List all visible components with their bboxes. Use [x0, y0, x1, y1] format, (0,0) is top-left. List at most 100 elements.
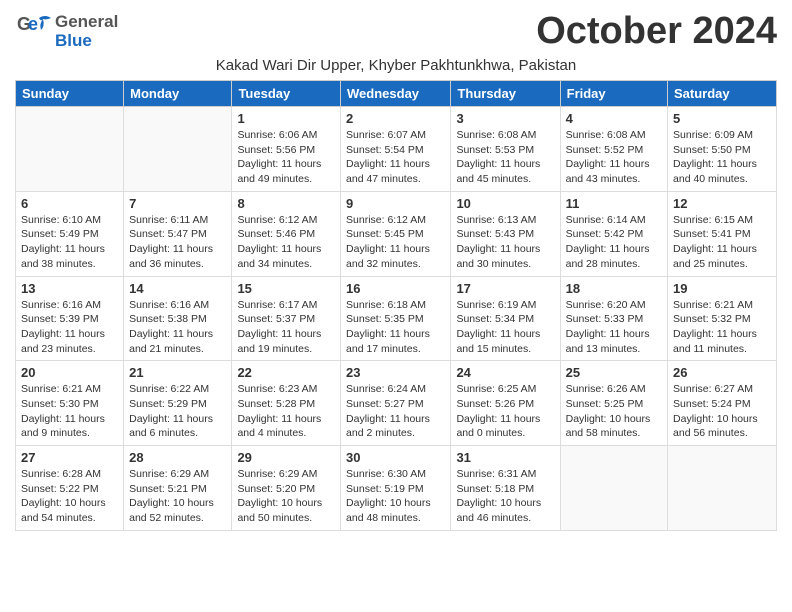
- day-number: 22: [237, 365, 335, 380]
- day-info: Sunrise: 6:21 AMSunset: 5:32 PMDaylight:…: [673, 298, 771, 357]
- day-number: 3: [456, 111, 554, 126]
- header-cell-monday: Monday: [124, 81, 232, 107]
- day-info: Sunrise: 6:22 AMSunset: 5:29 PMDaylight:…: [129, 382, 226, 441]
- day-cell: 9 Sunrise: 6:12 AMSunset: 5:45 PMDaylight…: [341, 191, 451, 276]
- header: G e General Blue October 2024: [15, 10, 777, 53]
- week-row-1: 1Sunrise: 6:06 AMSunset: 5:56 PMDaylight…: [16, 107, 777, 192]
- day-number: 4: [566, 111, 662, 126]
- header-cell-wednesday: Wednesday: [341, 81, 451, 107]
- month-title: October 2024: [536, 10, 777, 53]
- day-cell: 26 Sunrise: 6:27 AMSunset: 5:24 PMDayligh…: [668, 361, 777, 446]
- day-cell: 27 Sunrise: 6:28 AMSunset: 5:22 PMDayligh…: [16, 446, 124, 531]
- day-cell: 7Sunrise: 6:11 AMSunset: 5:47 PMDaylight…: [124, 191, 232, 276]
- day-info: Sunrise: 6:14 AMSunset: 5:42 PMDaylight:…: [566, 213, 662, 272]
- day-number: 12: [673, 196, 771, 211]
- day-number: 8: [237, 196, 335, 211]
- day-cell: 23Sunrise: 6:24 AMSunset: 5:27 PMDayligh…: [341, 361, 451, 446]
- day-number: 18: [566, 281, 662, 296]
- week-row-3: 13Sunrise: 6:16 AMSunset: 5:39 PMDayligh…: [16, 276, 777, 361]
- day-cell: 6 Sunrise: 6:10 AMSunset: 5:49 PMDaylight…: [16, 191, 124, 276]
- day-info: Sunrise: 6:13 AMSunset: 5:43 PMDaylight:…: [456, 213, 554, 272]
- day-cell: 3 Sunrise: 6:08 AMSunset: 5:53 PMDaylight…: [451, 107, 560, 192]
- day-info: Sunrise: 6:30 AMSunset: 5:19 PMDaylight:…: [346, 467, 445, 526]
- day-info: Sunrise: 6:28 AMSunset: 5:22 PMDaylight:…: [21, 467, 118, 526]
- day-cell: 22 Sunrise: 6:23 AMSunset: 5:28 PMDayligh…: [232, 361, 341, 446]
- page-container: G e General Blue October 2024 Kakad Wari…: [0, 0, 792, 541]
- day-info: Sunrise: 6:24 AMSunset: 5:27 PMDaylight:…: [346, 382, 445, 441]
- day-info: Sunrise: 6:12 AMSunset: 5:45 PMDaylight:…: [346, 213, 445, 272]
- day-info: Sunrise: 6:09 AMSunset: 5:50 PMDaylight:…: [673, 128, 771, 187]
- day-cell: 13Sunrise: 6:16 AMSunset: 5:39 PMDayligh…: [16, 276, 124, 361]
- day-number: 21: [129, 365, 226, 380]
- day-cell: [560, 446, 667, 531]
- day-cell: 11 Sunrise: 6:14 AMSunset: 5:42 PMDayligh…: [560, 191, 667, 276]
- header-cell-tuesday: Tuesday: [232, 81, 341, 107]
- logo-blue: Blue: [55, 32, 118, 51]
- day-cell: 29Sunrise: 6:29 AMSunset: 5:20 PMDayligh…: [232, 446, 341, 531]
- day-cell: 5 Sunrise: 6:09 AMSunset: 5:50 PMDaylight…: [668, 107, 777, 192]
- day-info: Sunrise: 6:23 AMSunset: 5:28 PMDaylight:…: [237, 382, 335, 441]
- day-cell: [668, 446, 777, 531]
- day-info: Sunrise: 6:21 AMSunset: 5:30 PMDaylight:…: [21, 382, 118, 441]
- day-info: Sunrise: 6:17 AMSunset: 5:37 PMDaylight:…: [237, 298, 335, 357]
- day-number: 11: [566, 196, 662, 211]
- day-number: 25: [566, 365, 662, 380]
- day-info: Sunrise: 6:12 AMSunset: 5:46 PMDaylight:…: [237, 213, 335, 272]
- day-cell: 2Sunrise: 6:07 AMSunset: 5:54 PMDaylight…: [341, 107, 451, 192]
- day-cell: 30Sunrise: 6:30 AMSunset: 5:19 PMDayligh…: [341, 446, 451, 531]
- day-info: Sunrise: 6:08 AMSunset: 5:52 PMDaylight:…: [566, 128, 662, 187]
- day-number: 1: [237, 111, 335, 126]
- day-number: 2: [346, 111, 445, 126]
- day-info: Sunrise: 6:15 AMSunset: 5:41 PMDaylight:…: [673, 213, 771, 272]
- header-cell-friday: Friday: [560, 81, 667, 107]
- day-cell: 21 Sunrise: 6:22 AMSunset: 5:29 PMDayligh…: [124, 361, 232, 446]
- day-cell: 4 Sunrise: 6:08 AMSunset: 5:52 PMDaylight…: [560, 107, 667, 192]
- day-number: 5: [673, 111, 771, 126]
- day-cell: 31Sunrise: 6:31 AMSunset: 5:18 PMDayligh…: [451, 446, 560, 531]
- calendar-table: SundayMondayTuesdayWednesdayThursdayFrid…: [15, 80, 777, 531]
- day-info: Sunrise: 6:16 AMSunset: 5:38 PMDaylight:…: [129, 298, 226, 357]
- logo-icon: G e: [15, 10, 53, 53]
- day-info: Sunrise: 6:08 AMSunset: 5:53 PMDaylight:…: [456, 128, 554, 187]
- day-number: 26: [673, 365, 771, 380]
- day-cell: 10 Sunrise: 6:13 AMSunset: 5:43 PMDayligh…: [451, 191, 560, 276]
- day-info: Sunrise: 6:27 AMSunset: 5:24 PMDaylight:…: [673, 382, 771, 441]
- day-cell: [16, 107, 124, 192]
- day-number: 10: [456, 196, 554, 211]
- header-cell-sunday: Sunday: [16, 81, 124, 107]
- day-cell: 18Sunrise: 6:20 AMSunset: 5:33 PMDayligh…: [560, 276, 667, 361]
- day-number: 27: [21, 450, 118, 465]
- day-cell: [124, 107, 232, 192]
- day-cell: 19 Sunrise: 6:21 AMSunset: 5:32 PMDayligh…: [668, 276, 777, 361]
- logo-text: General Blue: [55, 13, 118, 50]
- day-cell: 24Sunrise: 6:25 AMSunset: 5:26 PMDayligh…: [451, 361, 560, 446]
- day-number: 20: [21, 365, 118, 380]
- day-cell: 14 Sunrise: 6:16 AMSunset: 5:38 PMDayligh…: [124, 276, 232, 361]
- day-cell: 17Sunrise: 6:19 AMSunset: 5:34 PMDayligh…: [451, 276, 560, 361]
- week-row-5: 27 Sunrise: 6:28 AMSunset: 5:22 PMDayligh…: [16, 446, 777, 531]
- day-number: 28: [129, 450, 226, 465]
- svg-text:e: e: [28, 14, 38, 34]
- day-number: 6: [21, 196, 118, 211]
- calendar-header: SundayMondayTuesdayWednesdayThursdayFrid…: [16, 81, 777, 107]
- day-number: 16: [346, 281, 445, 296]
- day-info: Sunrise: 6:10 AMSunset: 5:49 PMDaylight:…: [21, 213, 118, 272]
- day-number: 17: [456, 281, 554, 296]
- day-number: 9: [346, 196, 445, 211]
- logo-general: General: [55, 13, 118, 32]
- header-row: SundayMondayTuesdayWednesdayThursdayFrid…: [16, 81, 777, 107]
- day-number: 19: [673, 281, 771, 296]
- header-cell-thursday: Thursday: [451, 81, 560, 107]
- week-row-4: 20 Sunrise: 6:21 AMSunset: 5:30 PMDayligh…: [16, 361, 777, 446]
- day-info: Sunrise: 6:31 AMSunset: 5:18 PMDaylight:…: [456, 467, 554, 526]
- day-number: 14: [129, 281, 226, 296]
- calendar-body: 1Sunrise: 6:06 AMSunset: 5:56 PMDaylight…: [16, 107, 777, 531]
- day-info: Sunrise: 6:26 AMSunset: 5:25 PMDaylight:…: [566, 382, 662, 441]
- day-cell: 8 Sunrise: 6:12 AMSunset: 5:46 PMDaylight…: [232, 191, 341, 276]
- day-info: Sunrise: 6:18 AMSunset: 5:35 PMDaylight:…: [346, 298, 445, 357]
- day-info: Sunrise: 6:25 AMSunset: 5:26 PMDaylight:…: [456, 382, 554, 441]
- day-number: 13: [21, 281, 118, 296]
- logo: G e General Blue: [15, 10, 118, 53]
- day-number: 7: [129, 196, 226, 211]
- day-cell: 20 Sunrise: 6:21 AMSunset: 5:30 PMDayligh…: [16, 361, 124, 446]
